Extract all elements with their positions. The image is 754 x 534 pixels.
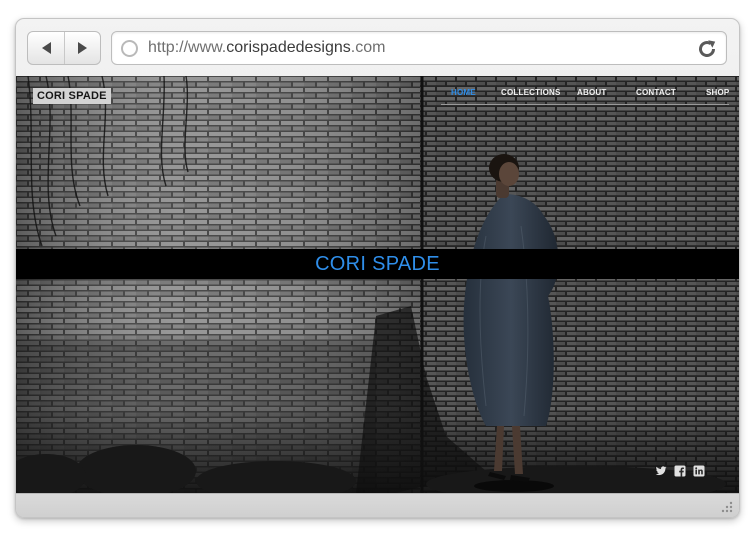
reload-icon[interactable] [697,39,717,59]
site-nav: HOME COLLECTIONS ABOUT CONTACT SHOP [441,88,729,105]
address-bar[interactable]: http://www.corispadedesigns.com [111,31,727,65]
facebook-icon[interactable] [674,465,686,477]
history-nav [27,31,101,65]
nav-contact[interactable]: CONTACT [636,88,676,98]
site-title: CORI SPADE [315,253,440,275]
nav-about[interactable]: ABOUT [577,88,606,98]
status-bar [16,493,739,517]
page-status-icon [121,40,138,57]
url-domain: corispadedesigns [226,39,351,56]
resize-grip-icon[interactable] [720,500,734,514]
web-page: CORI SPADE HOME COLLECTIONS ABOUT CONTAC… [16,76,739,493]
url-prefix: http://www. [148,39,227,56]
site-logo[interactable]: CORI SPADE [33,88,111,104]
forward-button[interactable] [64,32,100,64]
linkedin-icon[interactable] [693,465,705,477]
hero-photo [16,76,739,493]
arrow-left-icon [41,42,51,54]
nav-collections[interactable]: COLLECTIONS [501,88,561,98]
browser-toolbar: http://www.corispadedesigns.com [16,19,739,76]
nav-home[interactable]: HOME [451,88,476,98]
nav-shop[interactable]: SHOP [706,88,729,98]
twitter-icon[interactable] [655,465,667,477]
arrow-right-icon [78,42,87,54]
back-button[interactable] [28,32,64,64]
browser-window: http://www.corispadedesigns.com CORI SPA… [15,18,740,518]
url-text: http://www.corispadedesigns.com [148,39,385,57]
url-suffix: .com [350,39,386,56]
title-band: CORI SPADE [16,249,739,279]
